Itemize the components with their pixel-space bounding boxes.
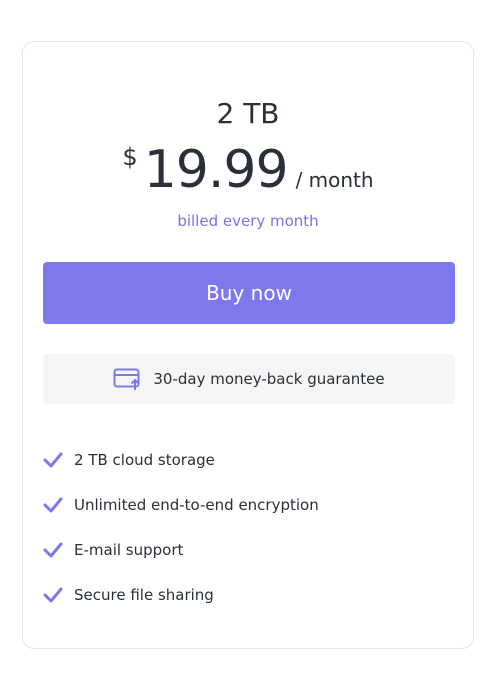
feature-list: 2 TB cloud storage Unlimited end-to-end … bbox=[43, 437, 455, 617]
plan-name: 2 TB bbox=[216, 97, 280, 130]
card-refund-icon bbox=[113, 367, 143, 391]
feature-item: 2 TB cloud storage bbox=[43, 437, 455, 482]
billing-frequency: billed every month bbox=[177, 212, 319, 230]
feature-label: 2 TB cloud storage bbox=[74, 450, 215, 469]
guarantee-label: 30-day money-back guarantee bbox=[153, 370, 385, 388]
price-currency: $ bbox=[122, 143, 138, 171]
check-icon bbox=[43, 587, 63, 602]
check-icon bbox=[43, 497, 63, 512]
buy-now-button[interactable]: Buy now bbox=[43, 262, 455, 324]
feature-label: E-mail support bbox=[74, 540, 184, 559]
price-period: / month bbox=[295, 168, 374, 192]
check-icon bbox=[43, 542, 63, 557]
feature-item: E-mail support bbox=[43, 527, 455, 572]
pricing-card: 2 TB $19.99/ month billed every month Bu… bbox=[22, 41, 474, 649]
feature-label: Secure file sharing bbox=[74, 585, 214, 604]
money-back-guarantee: 30-day money-back guarantee bbox=[43, 354, 455, 404]
feature-label: Unlimited end-to-end encryption bbox=[74, 495, 319, 514]
feature-item: Unlimited end-to-end encryption bbox=[43, 482, 455, 527]
feature-item: Secure file sharing bbox=[43, 572, 455, 617]
check-icon bbox=[43, 452, 63, 467]
price-amount: 19.99 bbox=[143, 140, 289, 200]
price: $19.99/ month bbox=[23, 137, 473, 203]
